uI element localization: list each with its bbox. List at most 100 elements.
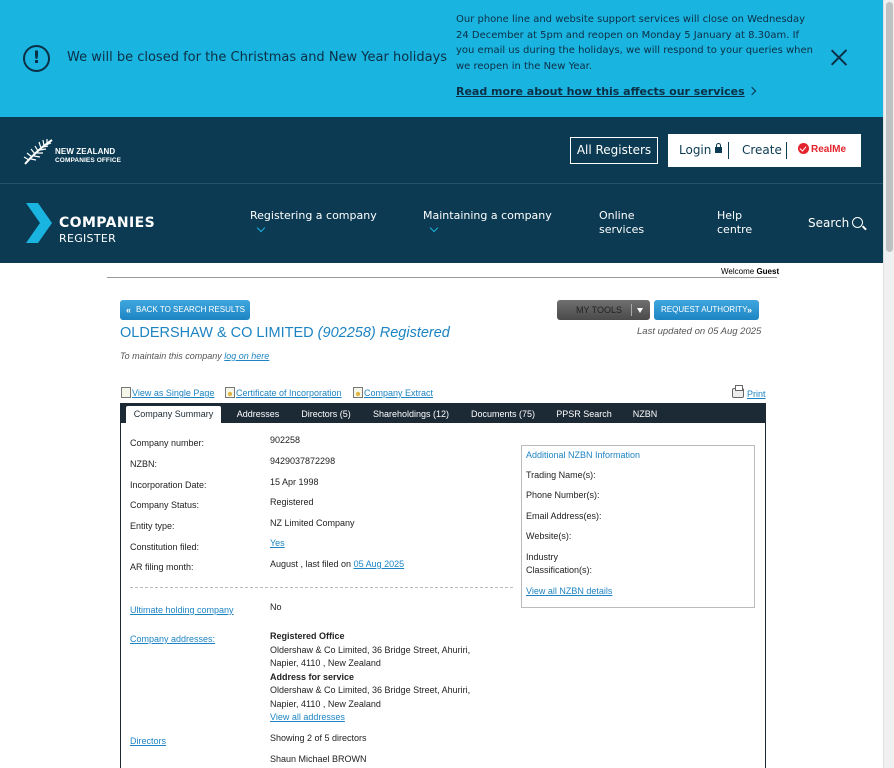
- double-chevron-left-icon: «: [126, 305, 132, 315]
- directors-showing: Showing 2 of 5 directors: [270, 733, 367, 743]
- welcome-prefix: Welcome: [721, 267, 755, 276]
- last-updated: Last updated on 05 Aug 2025: [637, 326, 762, 337]
- log-on-link[interactable]: log on here: [224, 351, 269, 361]
- nav-registering[interactable]: Registering a company: [250, 209, 377, 233]
- value-incorporation-date: 15 Apr 1998: [270, 477, 319, 487]
- back-to-search-button[interactable]: « BACK TO SEARCH RESULTS: [120, 300, 250, 320]
- tab-nzbn[interactable]: NZBN: [627, 406, 663, 423]
- my-tools-button[interactable]: MY TOOLS: [557, 300, 650, 320]
- constitution-yes-link[interactable]: Yes: [270, 538, 285, 548]
- realme-check-icon: [798, 143, 809, 154]
- extract-icon: [353, 387, 363, 398]
- label-nzbn: NZBN:: [130, 459, 157, 469]
- divider: [728, 142, 729, 159]
- document-icon: [121, 387, 131, 398]
- org-name-line1: NEW ZEALAND: [55, 147, 116, 156]
- ar-last-filed-link[interactable]: 05 Aug 2025: [354, 559, 405, 569]
- nz-companies-office-logo[interactable]: NEW ZEALAND COMPANIES OFFICE: [22, 136, 132, 168]
- login-link[interactable]: Login: [679, 143, 723, 157]
- nzbn-email: Email Address(es):: [526, 511, 602, 521]
- nzbn-info-title: Additional NZBN Information: [526, 450, 641, 460]
- welcome-user: Guest: [756, 267, 780, 276]
- realme-logo[interactable]: RealMe: [798, 143, 846, 155]
- value-ar-filing-month: August , last filed on 05 Aug 2025: [270, 558, 404, 572]
- create-link[interactable]: Create: [742, 143, 782, 157]
- welcome-divider: [107, 277, 777, 278]
- chevron-logo-icon: [26, 203, 52, 243]
- nav-maintaining[interactable]: Maintaining a company: [423, 209, 552, 233]
- back-label: BACK TO SEARCH RESULTS: [136, 305, 245, 314]
- org-name-line2: COMPANIES OFFICE: [55, 157, 122, 164]
- nav-search[interactable]: Search: [808, 216, 849, 230]
- certificate-icon: [225, 387, 235, 398]
- label-constitution: Constitution filed:: [130, 542, 200, 552]
- view-single-page-link[interactable]: View as Single Page: [132, 388, 214, 398]
- caret-down-icon: [637, 308, 643, 313]
- registered-office-heading: Registered Office: [270, 631, 345, 641]
- brand-line1: COMPANIES: [59, 215, 156, 231]
- banner-read-more-link[interactable]: Read more about how this affects our ser…: [456, 85, 756, 98]
- label-entity-type: Entity type:: [130, 521, 175, 531]
- nav-registering-label: Registering a company: [250, 209, 377, 222]
- company-number-paren: (902258): [317, 325, 376, 341]
- value-nzbn: 9429037872298: [270, 456, 336, 466]
- ar-month-prefix: August , last filed on: [270, 559, 352, 569]
- maintain-note: To maintain this company log on here: [120, 351, 269, 361]
- page-scrollbar[interactable]: [883, 0, 894, 768]
- company-status-title: Registered: [379, 325, 450, 341]
- section-divider: [130, 587, 513, 588]
- service-address-line1: Oldershaw & Co Limited, 36 Bridge Street…: [270, 685, 471, 695]
- header-divider: [0, 183, 883, 184]
- addresses-block: Registered Office Oldershaw & Co Limited…: [270, 630, 510, 725]
- nav-maintaining-label: Maintaining a company: [423, 209, 552, 222]
- nav-online-services[interactable]: Online services: [599, 209, 679, 237]
- banner-link-text: Read more about how this affects our ser…: [456, 85, 745, 98]
- nzbn-industry-line1: Industry: [526, 552, 559, 562]
- request-authority-button[interactable]: REQUEST AUTHORITY»: [654, 300, 759, 320]
- view-all-addresses-link[interactable]: View all addresses: [270, 712, 345, 722]
- registered-office-line2: Napier, 4110 , New Zealand: [270, 658, 381, 668]
- label-ar-filing-month: AR filing month:: [130, 562, 194, 572]
- search-icon[interactable]: [852, 217, 863, 228]
- nzbn-industry-line2: Classification(s):: [526, 565, 593, 575]
- companies-register-logo[interactable]: COMPANIES REGISTER: [24, 203, 156, 245]
- nav-help-centre[interactable]: Help centre: [717, 209, 772, 237]
- value-ultimate-holding: No: [270, 602, 282, 612]
- scrollbar-thumb[interactable]: [886, 2, 893, 252]
- tab-documents[interactable]: Documents (75): [465, 406, 541, 423]
- tab-directors[interactable]: Directors (5): [297, 406, 355, 423]
- company-extract-link[interactable]: Company Extract: [364, 388, 433, 398]
- tab-addresses[interactable]: Addresses: [231, 406, 285, 423]
- tab-ppsr-search[interactable]: PPSR Search: [551, 406, 617, 423]
- all-registers-button[interactable]: All Registers: [570, 137, 658, 164]
- request-label: REQUEST AUTHORITY: [661, 305, 748, 314]
- company-addresses-link[interactable]: Company addresses:: [130, 634, 215, 644]
- label-company-number: Company number:: [130, 438, 205, 448]
- tab-company-summary[interactable]: Company Summary: [126, 406, 221, 423]
- chevron-right-icon: [747, 86, 756, 96]
- print-link[interactable]: Print: [747, 389, 766, 399]
- view-all-nzbn-link[interactable]: View all NZBN details: [526, 585, 612, 598]
- value-entity-type: NZ Limited Company: [270, 518, 355, 528]
- company-name: OLDERSHAW & CO LIMITED: [120, 325, 314, 341]
- printer-icon[interactable]: [732, 385, 744, 398]
- login-box: Login Create RealMe: [668, 134, 861, 167]
- info-exclamation-icon: !: [23, 45, 50, 72]
- chevron-down-icon: [429, 223, 439, 233]
- certificate-link[interactable]: Certificate of Incorporation: [236, 388, 342, 398]
- label-company-status: Company Status:: [130, 500, 200, 510]
- double-chevron-right-icon: »: [747, 305, 753, 315]
- value-company-status: Registered: [270, 497, 314, 507]
- tab-shareholdings[interactable]: Shareholdings (12): [367, 406, 455, 423]
- brand-line2: REGISTER: [59, 232, 117, 245]
- directors-link[interactable]: Directors: [130, 736, 166, 746]
- banner-body: Our phone line and website support servi…: [456, 14, 813, 72]
- chevron-down-icon: [256, 223, 266, 233]
- ultimate-holding-company-link[interactable]: Ultimate holding company: [130, 605, 234, 615]
- service-address-heading: Address for service: [270, 671, 355, 682]
- nzbn-trading-name: Trading Name(s):: [526, 470, 596, 480]
- director-name: Shaun Michael BROWN: [270, 754, 367, 764]
- close-icon[interactable]: [830, 49, 848, 67]
- divider: [631, 304, 632, 316]
- service-address-line2: Napier, 4110 , New Zealand: [270, 698, 381, 709]
